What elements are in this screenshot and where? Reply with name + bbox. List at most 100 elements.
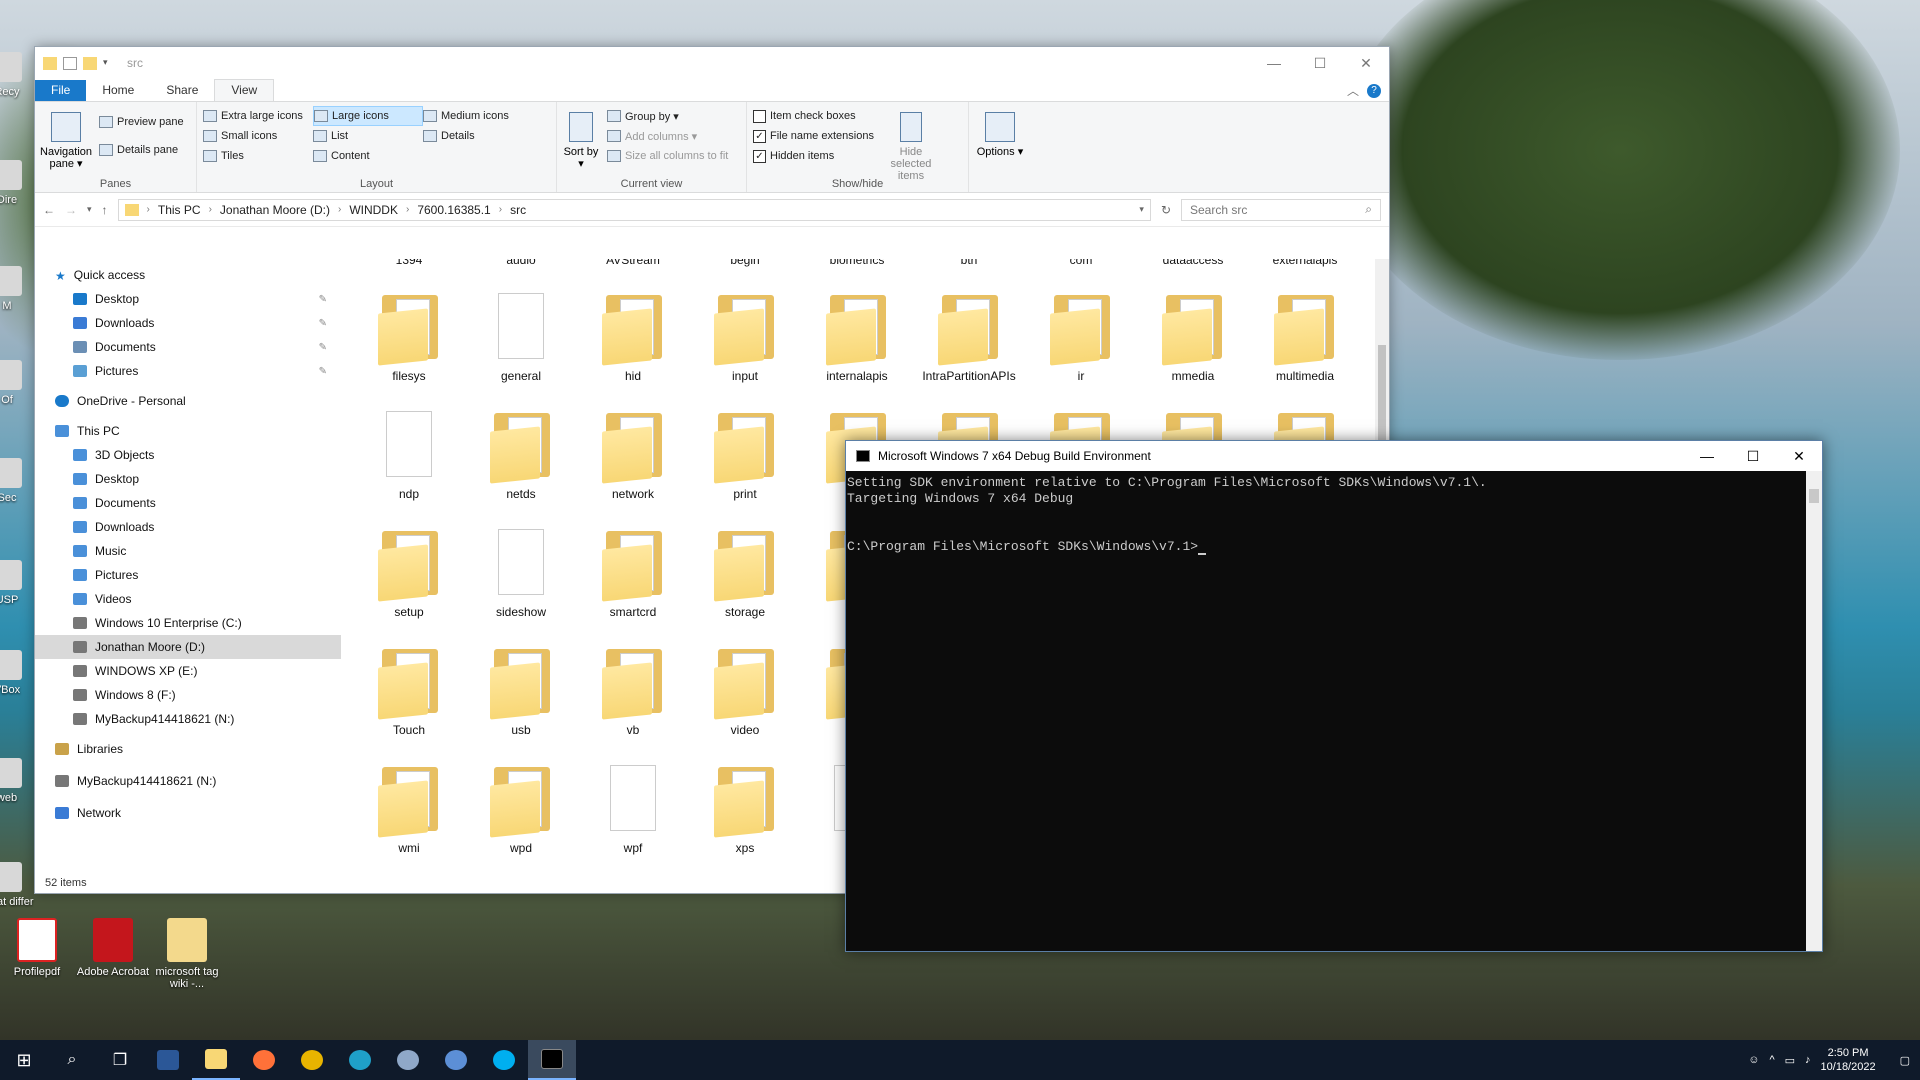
sort-by-button[interactable]: Sort by ▾ (563, 106, 599, 170)
file-item[interactable]: wpf (577, 761, 689, 869)
preview-pane-button[interactable]: Preview pane (99, 112, 184, 132)
folder-item[interactable]: multimedia (1249, 289, 1361, 407)
details-option[interactable]: Details (423, 126, 533, 146)
folder-item[interactable]: xps (689, 761, 801, 869)
scrollbar-thumb[interactable] (1809, 489, 1819, 503)
search-button[interactable]: ⌕ (48, 1040, 96, 1080)
nav-quick-item[interactable]: Desktop ✎ (35, 287, 341, 311)
new-folder-icon[interactable] (83, 56, 97, 70)
folder-item[interactable]: IntraPartitionAPIs (913, 289, 1025, 407)
pin-icon[interactable]: ✎ (319, 318, 327, 329)
nav-pc-item[interactable]: 3D Objects (35, 443, 341, 467)
minimize-button[interactable]: — (1251, 47, 1297, 79)
tiles-option[interactable]: Tiles (203, 146, 313, 166)
folder-item[interactable]: netds (465, 407, 577, 525)
nav-pc-item[interactable]: Downloads (35, 515, 341, 539)
folder-item[interactable]: usb (465, 643, 577, 761)
desktop-icon-adobe-acrobat[interactable]: Adobe Acrobat (76, 918, 150, 978)
folder-item[interactable]: print (689, 407, 801, 525)
folder-label[interactable]: externalapis (1249, 259, 1361, 267)
nav-pc-item[interactable]: MyBackup414418621 (N:) (35, 707, 341, 731)
taskbar-powershell[interactable] (144, 1040, 192, 1080)
cmd-scrollbar[interactable] (1806, 471, 1822, 951)
chevron-up-icon[interactable]: ^ (1769, 1054, 1774, 1066)
pin-icon[interactable]: ✎ (319, 294, 327, 305)
extra-large-icons-option[interactable]: Extra large icons (203, 106, 313, 126)
refresh-icon[interactable]: ↻ (1161, 203, 1171, 217)
back-arrow-icon[interactable]: ← (43, 203, 55, 217)
taskbar-edge[interactable] (336, 1040, 384, 1080)
file-item[interactable]: general (465, 289, 577, 407)
taskbar-file-explorer[interactable] (192, 1040, 240, 1080)
clock[interactable]: 2:50 PM 10/18/2022 (1821, 1046, 1876, 1074)
task-view-button[interactable]: ❐ (96, 1040, 144, 1080)
chevron-right-icon[interactable]: › (406, 204, 409, 215)
nav-pc-item[interactable]: Desktop (35, 467, 341, 491)
folder-item[interactable]: input (689, 289, 801, 407)
taskbar-app[interactable] (384, 1040, 432, 1080)
nav-pc-item[interactable]: Jonathan Moore (D:) (35, 635, 341, 659)
pin-icon[interactable]: ✎ (319, 366, 327, 377)
people-icon[interactable]: ☺ (1748, 1054, 1759, 1066)
console-output[interactable]: Setting SDK environment relative to C:\P… (846, 471, 1822, 555)
folder-item[interactable]: smartcrd (577, 525, 689, 643)
folder-item[interactable]: ir (1025, 289, 1137, 407)
chevron-down-icon[interactable]: ▾ (1139, 204, 1144, 215)
folder-label[interactable]: audio (465, 259, 577, 267)
desktop-icon-microsoft-tag-wiki[interactable]: microsoft tag wiki -... (150, 918, 224, 990)
collapse-ribbon-icon[interactable]: ︿ (1347, 82, 1359, 99)
folder-label[interactable]: 1394 (353, 259, 465, 267)
details-pane-button[interactable]: Details pane (99, 140, 184, 160)
folder-item[interactable]: storage (689, 525, 801, 643)
properties-icon[interactable] (63, 56, 77, 70)
nav-onedrive[interactable]: OneDrive - Personal (35, 389, 341, 413)
nav-pc-item[interactable]: Windows 10 Enterprise (C:) (35, 611, 341, 635)
medium-icons-option[interactable]: Medium icons (423, 106, 533, 126)
folder-label[interactable]: AVStream (577, 259, 689, 267)
tab-file[interactable]: File (35, 80, 87, 101)
folder-item[interactable]: video (689, 643, 801, 761)
cmd-titlebar[interactable]: Microsoft Windows 7 x64 Debug Build Envi… (846, 441, 1822, 471)
chevron-right-icon[interactable]: › (499, 204, 502, 215)
tab-share[interactable]: Share (150, 80, 214, 101)
large-icons-option[interactable]: Large icons (313, 106, 423, 126)
navigation-pane-button[interactable]: Navigation pane ▾ (40, 106, 92, 170)
nav-pc-item[interactable]: Music (35, 539, 341, 563)
small-icons-option[interactable]: Small icons (203, 126, 313, 146)
taskbar-chrome[interactable] (288, 1040, 336, 1080)
nav-this-pc[interactable]: This PC (35, 419, 341, 443)
pin-icon[interactable]: ✎ (319, 342, 327, 353)
nav-libraries[interactable]: Libraries (35, 737, 341, 761)
maximize-button[interactable]: ☐ (1730, 440, 1776, 472)
chevron-right-icon[interactable]: › (338, 204, 341, 215)
address-bar[interactable]: › This PC › Jonathan Moore (D:) › WINDDK › … (117, 198, 1151, 221)
folder-label[interactable]: biometrics (801, 259, 913, 267)
breadcrumb-src[interactable]: src (510, 203, 526, 217)
file-name-extensions-toggle[interactable]: ✓ File name extensions (753, 126, 874, 146)
notifications-icon[interactable]: ▢ (1900, 1054, 1910, 1067)
nav-pc-item[interactable]: Documents (35, 491, 341, 515)
folder-label[interactable]: begin (689, 259, 801, 267)
add-columns-button[interactable]: Add columns ▾ (607, 126, 728, 146)
search-input[interactable]: Search src ⌕ (1181, 198, 1381, 221)
nav-quick-item[interactable]: Downloads ✎ (35, 311, 341, 335)
content-option[interactable]: Content (313, 146, 423, 166)
breadcrumb-this-pc[interactable]: This PC (158, 203, 201, 217)
list-option[interactable]: List (313, 126, 423, 146)
folder-item[interactable]: vb (577, 643, 689, 761)
breadcrumb-version[interactable]: 7600.16385.1 (417, 203, 490, 217)
tab-view[interactable]: View (214, 79, 275, 101)
hide-selected-items-button[interactable]: Hide selected items (880, 106, 942, 182)
chevron-down-icon[interactable]: ▾ (103, 57, 117, 70)
breadcrumb-drive[interactable]: Jonathan Moore (D:) (220, 203, 330, 217)
taskbar-skype[interactable] (480, 1040, 528, 1080)
minimize-button[interactable]: — (1684, 440, 1730, 472)
maximize-button[interactable]: ☐ (1297, 47, 1343, 79)
recent-locations-icon[interactable]: ▾ (87, 204, 92, 215)
tab-home[interactable]: Home (86, 80, 150, 101)
up-arrow-icon[interactable]: ↑ (102, 203, 108, 217)
hidden-items-toggle[interactable]: ✓ Hidden items (753, 146, 874, 166)
item-check-boxes-toggle[interactable]: Item check boxes (753, 106, 874, 126)
options-button[interactable]: Options ▾ (975, 106, 1025, 158)
start-button[interactable]: ⊞ (0, 1040, 48, 1080)
